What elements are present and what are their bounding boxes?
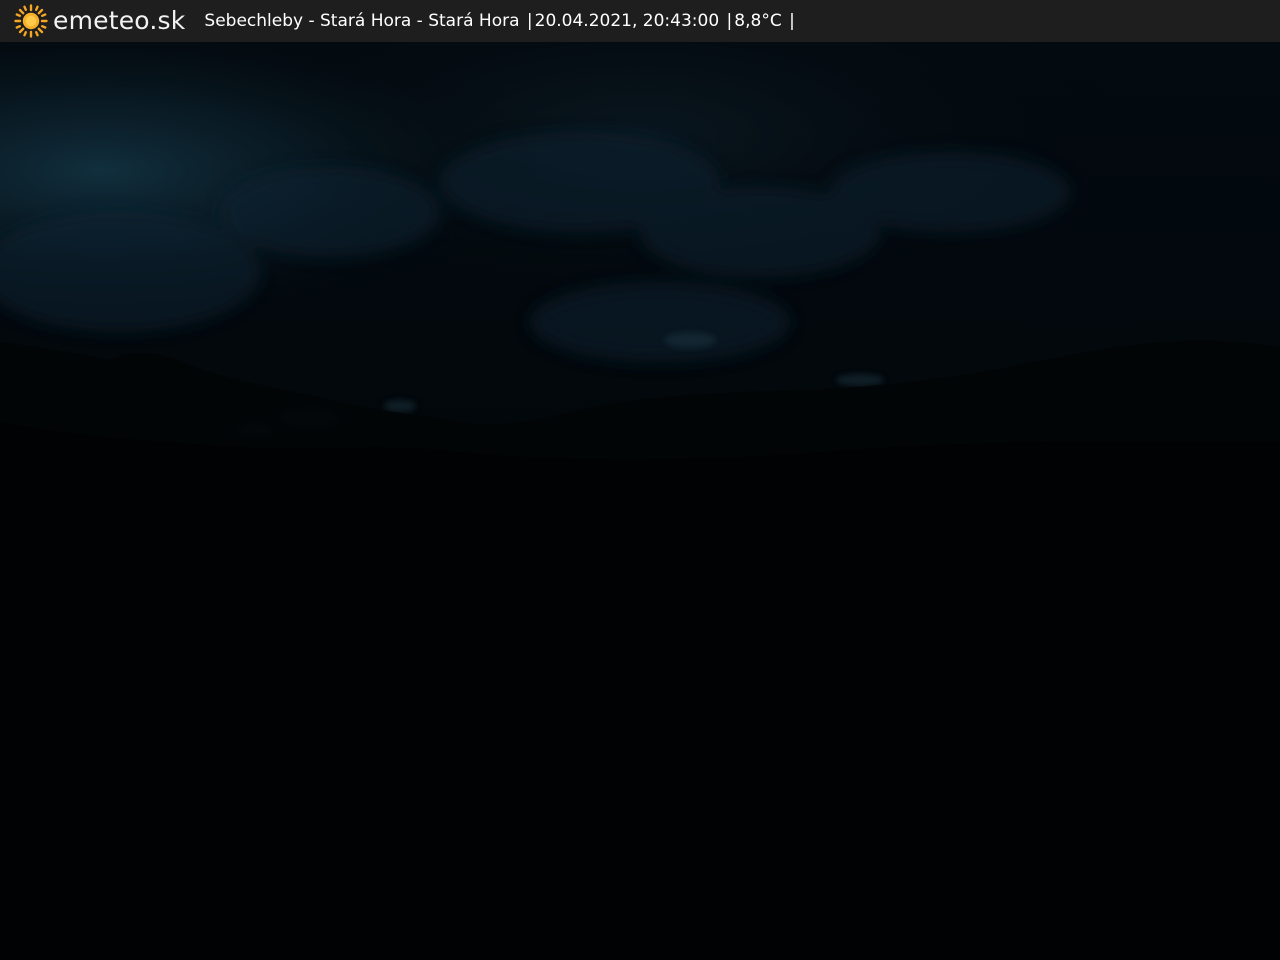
webcam-caption: Sebechleby - Stará Hora - Stará Hora | 20… [204,0,796,42]
caption-separator: | [789,11,795,31]
capture-timestamp: 20.04.2021, 20:43:00 [534,11,720,31]
brand-logo[interactable]: emeteo.sk [14,0,185,42]
webcam-header-bar: emeteo.sk Sebechleby - Stará Hora - Star… [0,0,1280,42]
sun-icon [14,4,48,38]
brand-name: emeteo.sk [53,6,186,35]
caption-separator: | [726,11,733,31]
location-name: Sebechleby - Stará Hora - Stará Hora [204,11,520,31]
caption-separator: | [526,11,533,31]
webcam-frame: emeteo.sk Sebechleby - Stará Hora - Star… [0,0,1280,960]
webcam-image [0,42,1280,960]
night-landscape-photo [0,42,1280,960]
temperature-value: 8,8°C [734,11,782,31]
